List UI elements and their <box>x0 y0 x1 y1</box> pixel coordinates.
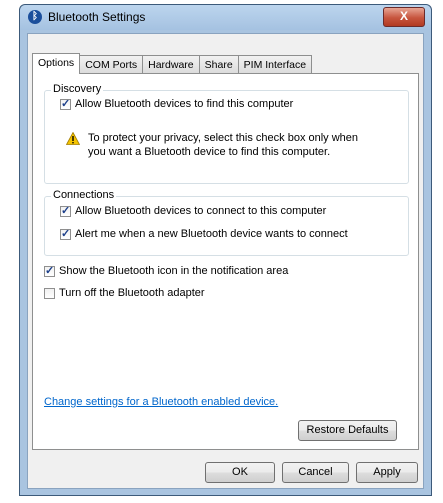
discovery-legend: Discovery <box>51 83 104 95</box>
show-icon-checkbox[interactable] <box>44 264 55 277</box>
tab-strip: Options COM Ports Hardware Share PIM Int… <box>32 53 313 74</box>
tab-com-ports[interactable]: COM Ports <box>79 55 144 73</box>
alert-new-device-checkbox[interactable] <box>60 227 71 240</box>
show-icon-checkbox-row[interactable]: Show the Bluetooth icon in the notificat… <box>44 264 289 277</box>
allow-connect-label: Allow Bluetooth devices to connect to th… <box>75 205 327 217</box>
cancel-button[interactable]: Cancel <box>282 462 349 483</box>
show-icon-label: Show the Bluetooth icon in the notificat… <box>59 265 289 277</box>
warning-line-2: you want a Bluetooth device to find this… <box>88 146 331 158</box>
tab-hardware[interactable]: Hardware <box>142 55 200 73</box>
warning-icon <box>66 132 80 145</box>
alert-new-device-label: Alert me when a new Bluetooth device wan… <box>75 228 348 240</box>
allow-connect-checkbox[interactable] <box>60 204 71 217</box>
warning-line-1: To protect your privacy, select this che… <box>88 132 359 144</box>
alert-new-device-checkbox-row[interactable]: Alert me when a new Bluetooth device wan… <box>60 227 348 240</box>
turn-off-adapter-checkbox-row[interactable]: Turn off the Bluetooth adapter <box>44 287 205 299</box>
window-title: Bluetooth Settings <box>48 10 146 24</box>
bluetooth-icon: ᛒ <box>28 10 42 24</box>
turn-off-adapter-checkbox[interactable] <box>44 287 55 299</box>
title-bar[interactable]: ᛒ Bluetooth Settings X <box>20 5 431 30</box>
tab-share[interactable]: Share <box>198 55 239 73</box>
allow-find-checkbox-row[interactable]: Allow Bluetooth devices to find this com… <box>60 97 294 110</box>
allow-connect-checkbox-row[interactable]: Allow Bluetooth devices to connect to th… <box>60 204 327 217</box>
restore-defaults-button[interactable]: Restore Defaults <box>298 420 397 441</box>
tab-pim-interface[interactable]: PIM Interface <box>237 55 313 73</box>
tab-options[interactable]: Options <box>32 53 81 74</box>
allow-find-checkbox[interactable] <box>60 97 71 110</box>
apply-button[interactable]: Apply <box>356 462 418 483</box>
connections-legend: Connections <box>51 189 117 201</box>
allow-find-label: Allow Bluetooth devices to find this com… <box>75 98 294 110</box>
privacy-warning-text: To protect your privacy, select this che… <box>88 131 358 159</box>
bluetooth-settings-window: ᛒ Bluetooth Settings X Options COM Ports… <box>19 4 432 496</box>
options-tab-panel: Discovery Allow Bluetooth devices to fin… <box>32 73 419 450</box>
change-device-settings-link[interactable]: Change settings for a Bluetooth enabled … <box>44 396 278 408</box>
turn-off-adapter-label: Turn off the Bluetooth adapter <box>59 287 205 299</box>
dialog-body: Options COM Ports Hardware Share PIM Int… <box>27 33 424 489</box>
close-button[interactable]: X <box>383 7 425 27</box>
ok-button[interactable]: OK <box>205 462 275 483</box>
